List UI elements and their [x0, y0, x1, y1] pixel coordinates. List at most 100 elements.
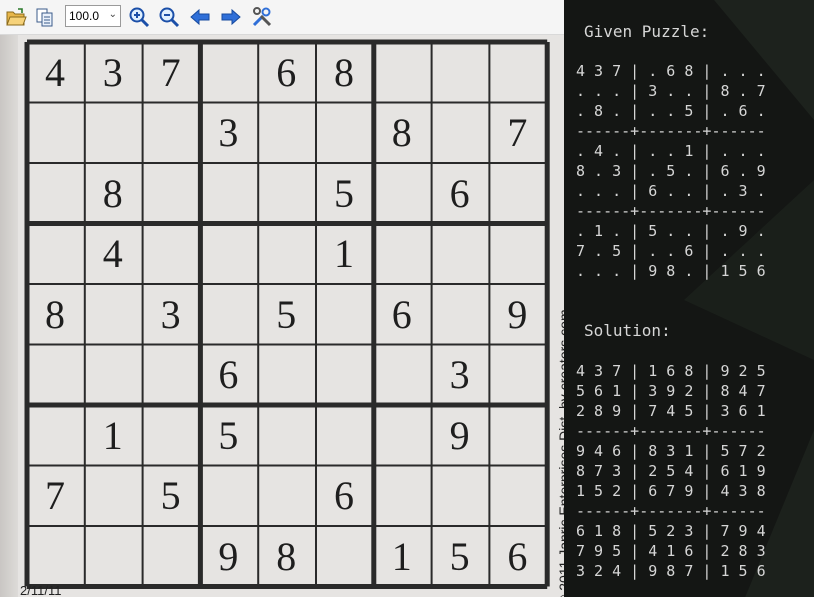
sudoku-cell	[27, 526, 83, 586]
sudoku-cell	[143, 163, 199, 223]
terminal-line: 9 4 6 | 8 3 1 | 5 7 2	[576, 442, 766, 460]
sudoku-cell	[489, 345, 545, 405]
terminal-line: 1 5 2 | 6 7 9 | 4 3 8	[576, 482, 766, 500]
terminal-line: . . . | 9 8 . | 1 5 6	[576, 262, 766, 280]
sudoku-cell	[258, 163, 314, 223]
terminal-line: 8 7 3 | 2 5 4 | 6 1 9	[576, 462, 766, 480]
terminal-line: ------+-------+------	[576, 122, 766, 140]
sudoku-cell: 6	[507, 533, 528, 579]
sudoku-cell	[85, 345, 141, 405]
sudoku-cell: 6	[334, 473, 354, 518]
sudoku-cell	[258, 224, 314, 284]
sudoku-cell	[27, 163, 83, 223]
terminal-line: . . . | 3 . . | 8 . 7	[576, 82, 766, 100]
sudoku-cell: 6	[218, 352, 239, 397]
chevron-down-icon: ⌄	[108, 9, 117, 20]
open-folder-icon[interactable]	[5, 6, 27, 28]
sudoku-cell: 1	[102, 412, 123, 458]
sudoku-cell: 3	[449, 352, 470, 397]
copyright-notice: © 2011 Janric Enterprises Dist. by creat…	[556, 309, 564, 597]
terminal-line: 5 6 1 | 3 9 2 | 8 4 7	[576, 382, 766, 400]
sudoku-cell	[200, 224, 256, 284]
sudoku-cell: 7	[160, 49, 181, 95]
sudoku-cell	[489, 405, 545, 465]
zoom-out-icon[interactable]	[158, 6, 180, 28]
sudoku-cell	[374, 224, 430, 284]
sudoku-cell	[316, 526, 372, 586]
sudoku-cell: 7	[45, 473, 65, 518]
sudoku-cell	[85, 466, 141, 526]
sudoku-cell: 3	[218, 110, 239, 155]
sudoku-cell	[374, 42, 430, 102]
sudoku-cell: 1	[334, 231, 354, 276]
sudoku-cell: 6	[391, 291, 412, 337]
terminal-line: . 8 . | . . 5 | . 6 .	[576, 102, 766, 120]
terminal-line: 7 9 5 | 4 1 6 | 2 8 3	[576, 542, 766, 560]
sudoku-cell	[489, 466, 545, 526]
sudoku-cell	[374, 405, 430, 465]
sudoku-cell: 8	[276, 533, 297, 579]
copy-icon[interactable]	[34, 6, 56, 28]
sudoku-cell	[258, 405, 314, 465]
sudoku-cell: 8	[45, 291, 65, 337]
sudoku-cell	[143, 405, 199, 465]
sudoku-cell	[258, 466, 314, 526]
sudoku-cell	[432, 42, 488, 102]
sudoku-cell	[200, 163, 256, 223]
sudoku-cell: 4	[102, 231, 123, 276]
sudoku-cell	[27, 103, 83, 163]
sudoku-cell	[258, 103, 314, 163]
forward-arrow-icon[interactable]	[220, 6, 242, 28]
zoom-in-icon[interactable]	[128, 6, 150, 28]
sudoku-cell	[489, 224, 545, 284]
sudoku-cell	[27, 405, 83, 465]
sudoku-cell	[143, 103, 199, 163]
sudoku-cell: 5	[218, 412, 239, 458]
sudoku-cell	[143, 526, 199, 586]
sudoku-cell: 6	[276, 49, 297, 95]
sudoku-cell: 4	[45, 49, 65, 95]
sudoku-cell	[85, 526, 141, 586]
terminal-line: ------+-------+------	[576, 202, 766, 220]
sudoku-cell	[316, 103, 372, 163]
terminal-line: . 4 . | . . 1 | . . .	[576, 142, 766, 160]
sudoku-cell: 7	[507, 110, 528, 155]
viewer-toolbar: 100.0 ⌄	[0, 0, 564, 35]
sudoku-cell	[316, 345, 372, 405]
sudoku-cell	[27, 345, 83, 405]
sudoku-cell	[432, 224, 488, 284]
sudoku-cell: 5	[276, 291, 297, 337]
sudoku-cell	[374, 163, 430, 223]
terminal-line: . 1 . | 5 . . | . 9 .	[576, 222, 766, 240]
terminal-line: 8 . 3 | . 5 . | 6 . 9	[576, 162, 766, 180]
sudoku-cell	[200, 466, 256, 526]
given-puzzle-heading: Given Puzzle:	[584, 22, 710, 41]
back-arrow-icon[interactable]	[189, 6, 211, 28]
sudoku-cell	[432, 284, 488, 344]
sudoku-cell: 1	[391, 533, 412, 579]
sudoku-cell	[489, 42, 545, 102]
zoom-level-select[interactable]: 100.0 ⌄	[65, 5, 121, 27]
sudoku-cell	[316, 284, 372, 344]
terminal-line: 6 1 8 | 5 2 3 | 7 9 4	[576, 522, 766, 540]
terminal-line: 4 3 7 | 1 6 8 | 9 2 5	[576, 362, 766, 380]
zoom-level-value: 100.0	[69, 9, 100, 23]
sudoku-cell: 8	[391, 110, 412, 155]
sudoku-cell	[258, 345, 314, 405]
tools-icon[interactable]	[251, 6, 273, 28]
sudoku-cell	[489, 163, 545, 223]
sudoku-cell: 5	[160, 473, 181, 518]
terminal-line: 7 . 5 | . . 6 | . . .	[576, 242, 766, 260]
sudoku-cell	[316, 405, 372, 465]
terminal-line: 4 3 7 | . 6 8 | . . .	[576, 62, 766, 80]
sudoku-cell: 9	[449, 412, 470, 458]
sudoku-cell: 9	[218, 533, 239, 579]
sudoku-cell	[200, 42, 256, 102]
sudoku-cell: 3	[160, 291, 181, 337]
terminal-line: 2 8 9 | 7 4 5 | 3 6 1	[576, 402, 766, 420]
sudoku-cell	[143, 345, 199, 405]
sudoku-cell	[143, 224, 199, 284]
terminal-line: . . . | 6 . . | . 3 .	[576, 182, 766, 200]
sudoku-cell: 9	[507, 291, 528, 337]
sudoku-cell: 3	[102, 49, 123, 95]
